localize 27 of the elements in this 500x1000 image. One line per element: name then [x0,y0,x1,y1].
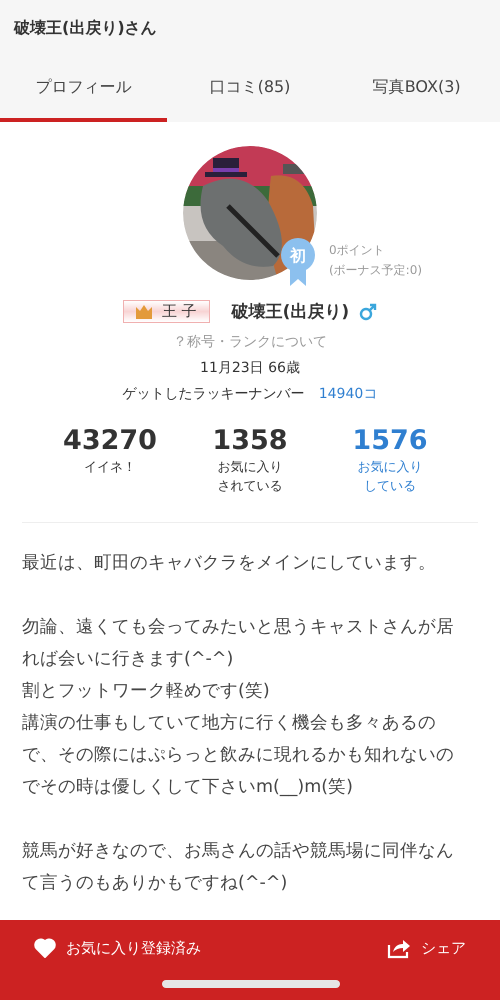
stat-label: イイネ！ [84,459,136,477]
stat-value: 1358 [212,425,288,456]
user-name: 破壊王(出戻り) [232,301,350,323]
page-title: 破壊王(出戻り)さん [14,18,157,38]
tab[interactable]: 写真BOX(3) [333,56,500,122]
crown-icon [136,304,152,318]
stat-value[interactable]: 1576 [352,425,428,456]
lucky-number-value[interactable]: 14940コ [318,385,378,403]
bio-paragraph: 最近は、町田のキャバクラをメインにしています。 [22,552,437,575]
stat-label: お気に入り [218,459,282,477]
share-button[interactable]: シェア [387,920,466,976]
stat-value: 43270 [63,425,157,456]
points-text: 0ポイント [329,242,386,259]
rank-info-link[interactable]: ？称号・ランクについて [173,333,327,351]
favorite-button[interactable]: お気に入り登録済み [34,920,201,976]
lucky-number-label: ゲットしたラッキーナンバー [122,385,305,403]
share-icon [387,937,411,959]
tab[interactable]: 口コミ(85) [166,56,334,122]
stat-label: されている [218,478,282,496]
birthday-text: 11月23日 66歳 [200,359,300,377]
bio-paragraph: 競馬が好きなので、お馬さんの話や競馬場に同伴なんて言うのもありかもですね(^-^) [22,840,455,895]
tab[interactable]: プロフィール [0,56,167,122]
stat-label[interactable]: している [364,477,416,496]
bonus-text: (ボーナス予定:0) [329,262,422,279]
bio-paragraph: 勿論、遠くても会ってみたいと思うキャストさんが居れば会いに行きます(^-^) 割とフットワーク軽めです(笑) 講演の仕事もしていて地方に行く機会も多々あるので、その際にはぷらっと飲みに現れるかも知れないのでその時は優しくして下さいm(__)m(笑) [22,616,455,799]
stat-label[interactable]: お気に入り [358,458,422,477]
rank-badge: 王 子 [122,300,210,323]
